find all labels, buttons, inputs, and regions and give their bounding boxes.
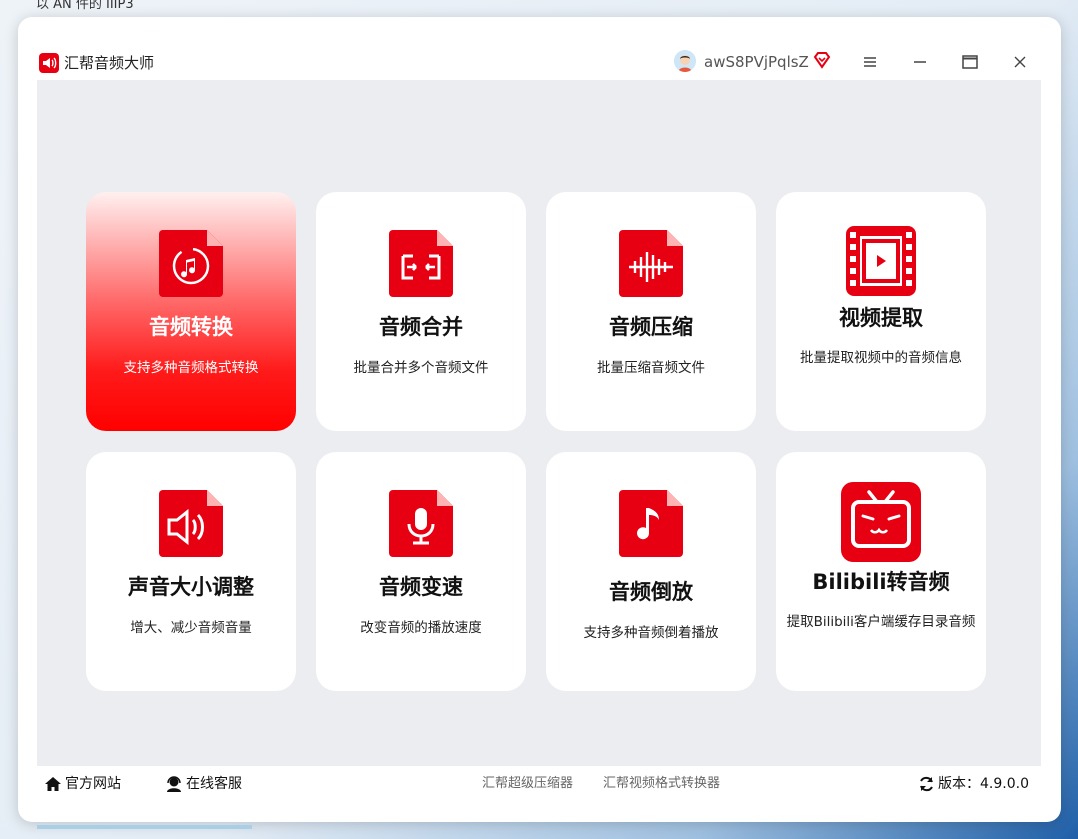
card-audio-merge[interactable]: 音频合并 批量合并多个音频文件 <box>316 192 526 431</box>
vip-diamond-icon[interactable] <box>813 51 831 69</box>
card-bilibili-audio[interactable]: Bilibili转音频 提取Bilibili客户端缓存目录音频 <box>776 452 986 691</box>
footer-bar: 官方网站 在线客服 汇帮超级压缩器 汇帮视频格式转换器 版本： 4.9.0.0 <box>37 766 1041 802</box>
home-icon <box>45 777 61 791</box>
taskbar-indicator <box>37 825 252 829</box>
headset-icon <box>167 776 181 792</box>
music-note-icon <box>619 490 683 557</box>
card-video-extract[interactable]: 视频提取 批量提取视频中的音频信息 <box>776 192 986 431</box>
card-description: 支持多种音频倒着播放 <box>583 625 719 641</box>
video-converter-link[interactable]: 汇帮视频格式转换器 <box>603 776 720 792</box>
feature-grid: 音频转换 支持多种音频格式转换 音频合并 批量合并多个音频文件 音频压缩 批量压… <box>37 80 1041 766</box>
version-number: 4.9.0.0 <box>980 776 1029 792</box>
card-description: 改变音频的播放速度 <box>360 620 482 636</box>
card-title: Bilibili转音频 <box>812 570 950 594</box>
close-icon[interactable] <box>1007 49 1033 75</box>
title-bar: 汇帮音频大师 awS8PVjPqlsZ <box>18 17 1061 80</box>
card-description: 增大、减少音频音量 <box>130 620 252 636</box>
merge-icon <box>389 230 453 297</box>
card-volume-adjust[interactable]: 声音大小调整 增大、减少音频音量 <box>86 452 296 691</box>
microphone-icon <box>389 490 453 557</box>
convert-icon <box>159 230 223 297</box>
card-description: 批量提取视频中的音频信息 <box>800 350 962 366</box>
compress-icon <box>619 230 683 297</box>
official-website-label: 官方网站 <box>65 776 121 792</box>
version-label: 版本： <box>938 776 980 792</box>
card-audio-convert[interactable]: 音频转换 支持多种音频格式转换 <box>86 192 296 431</box>
desktop-partial-text: 以 AN 件的 IIIP3 <box>36 0 134 12</box>
card-title: 音频压缩 <box>609 315 693 339</box>
app-title: 汇帮音频大师 <box>64 54 155 72</box>
app-logo-icon <box>39 53 59 73</box>
maximize-icon[interactable] <box>957 49 983 75</box>
card-audio-reverse[interactable]: 音频倒放 支持多种音频倒着播放 <box>546 452 756 691</box>
card-title: 声音大小调整 <box>128 575 254 599</box>
user-avatar[interactable] <box>674 50 696 72</box>
video-extract-icon <box>846 226 916 296</box>
card-audio-compress[interactable]: 音频压缩 批量压缩音频文件 <box>546 192 756 431</box>
card-description: 批量合并多个音频文件 <box>353 360 489 376</box>
card-audio-speed[interactable]: 音频变速 改变音频的播放速度 <box>316 452 526 691</box>
minimize-icon[interactable] <box>907 49 933 75</box>
version-info[interactable]: 版本： 4.9.0.0 <box>918 775 1029 793</box>
card-description: 批量压缩音频文件 <box>597 360 705 376</box>
card-description: 支持多种音频格式转换 <box>123 360 259 376</box>
official-website-link[interactable]: 官方网站 <box>44 775 121 793</box>
card-title: 视频提取 <box>839 306 923 330</box>
refresh-icon <box>920 776 933 792</box>
app-window: 汇帮音频大师 awS8PVjPqlsZ 音频转换 支持多种音频格式转换 音频合并… <box>18 17 1061 822</box>
online-support-label: 在线客服 <box>186 776 242 792</box>
card-title: 音频变速 <box>379 575 463 599</box>
super-compressor-link[interactable]: 汇帮超级压缩器 <box>482 776 573 792</box>
card-title: 音频倒放 <box>609 580 693 604</box>
card-title: 音频转换 <box>149 315 233 339</box>
card-description: 提取Bilibili客户端缓存目录音频 <box>786 614 976 630</box>
volume-icon <box>159 490 223 557</box>
menu-icon[interactable] <box>857 49 883 75</box>
username[interactable]: awS8PVjPqlsZ <box>704 51 809 73</box>
card-title: 音频合并 <box>379 315 463 339</box>
bilibili-icon <box>841 482 921 562</box>
online-support-link[interactable]: 在线客服 <box>165 775 242 793</box>
